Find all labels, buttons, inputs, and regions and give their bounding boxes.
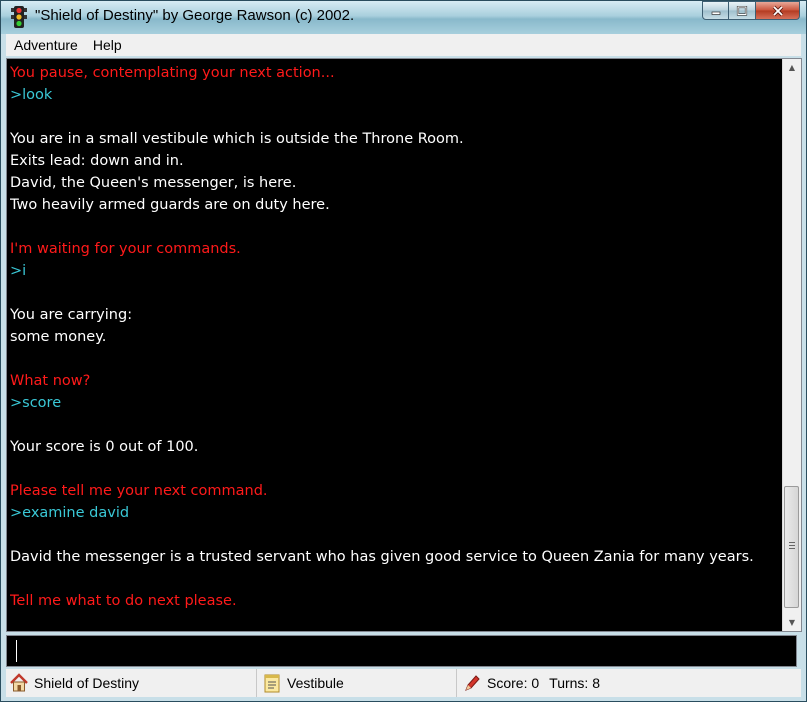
status-location: Vestibule	[287, 675, 344, 691]
transcript-line: You pause, contemplating your next actio…	[10, 65, 335, 81]
status-score-label: Score:	[487, 675, 528, 691]
window-title: "Shield of Destiny" by George Rawson (c)…	[35, 7, 355, 24]
transcript-line	[10, 348, 776, 370]
transcript-line: You are in a small vestibule which is ou…	[10, 131, 464, 147]
transcript-line: >score	[10, 395, 62, 411]
grip-icon	[789, 542, 795, 551]
transcript-line: I'm waiting for your commands.	[10, 241, 241, 257]
traffic-light-icon[interactable]	[9, 5, 29, 29]
transcript-line: Exits lead: down and in.	[10, 153, 184, 169]
transcript-line: Two heavily armed guards are on duty her…	[10, 197, 330, 213]
minimize-button[interactable]	[702, 1, 729, 20]
home-icon	[10, 673, 28, 692]
transcript-line: Please tell me your next command.	[10, 483, 268, 499]
transcript-line: Your score is 0 out of 100.	[10, 439, 199, 455]
transcript-line	[10, 414, 776, 436]
status-game-name: Shield of Destiny	[34, 675, 140, 691]
maximize-button[interactable]	[729, 1, 756, 20]
text-caret	[16, 640, 17, 662]
menu-bar: Adventure Help	[6, 34, 801, 56]
caption-buttons	[702, 1, 800, 21]
game-window: "Shield of Destiny" by George Rawson (c)…	[0, 0, 807, 702]
title-bar[interactable]: "Shield of Destiny" by George Rawson (c)…	[1, 1, 806, 34]
transcript-line: some money.	[10, 329, 107, 345]
maximize-icon	[736, 5, 748, 16]
pencil-icon	[465, 675, 480, 691]
transcript-line	[10, 216, 776, 238]
notepad-icon	[264, 674, 280, 693]
transcript-line: >i	[10, 263, 27, 279]
transcript-line: >examine david	[10, 505, 130, 521]
status-score-value: 0	[531, 675, 540, 691]
close-button[interactable]	[756, 1, 800, 20]
command-input[interactable]	[11, 639, 795, 663]
scroll-up-arrow-icon[interactable]: ▲	[783, 59, 801, 76]
transcript-line: David, the Queen's messenger, is here.	[10, 175, 297, 191]
transcript: You pause, contemplating your next actio…	[10, 62, 776, 628]
status-game-pane: Shield of Destiny	[6, 669, 254, 697]
menu-adventure[interactable]: Adventure	[6, 37, 85, 53]
status-score-pane: Score: 0 Turns: 8	[456, 669, 797, 697]
scroll-thumb[interactable]	[784, 486, 799, 608]
transcript-line	[10, 568, 776, 590]
transcript-line: >look	[10, 87, 53, 103]
status-location-pane: Vestibule	[256, 669, 455, 697]
transcript-line	[10, 458, 776, 480]
command-input-panel[interactable]	[6, 635, 797, 667]
transcript-line: David the messenger is a trusted servant…	[10, 549, 754, 565]
status-bar: Shield of Destiny Vestibule Score: 0 Turn…	[6, 669, 801, 697]
transcript-line: What now?	[10, 373, 91, 389]
transcript-line	[10, 524, 776, 546]
transcript-line: You are carrying:	[10, 307, 133, 323]
transcript-line: Tell me what to do next please.	[10, 593, 237, 609]
vertical-scrollbar[interactable]: ▲ ▼	[782, 59, 801, 631]
scroll-down-arrow-icon[interactable]: ▼	[783, 614, 801, 631]
minimize-icon	[711, 11, 720, 15]
transcript-line	[10, 282, 776, 304]
transcript-panel[interactable]: You pause, contemplating your next actio…	[6, 58, 802, 632]
menu-help[interactable]: Help	[85, 37, 129, 53]
transcript-line	[10, 106, 776, 128]
status-turns-value: 8	[592, 675, 600, 691]
close-icon	[772, 5, 783, 16]
status-turns-label: Turns:	[549, 675, 589, 691]
